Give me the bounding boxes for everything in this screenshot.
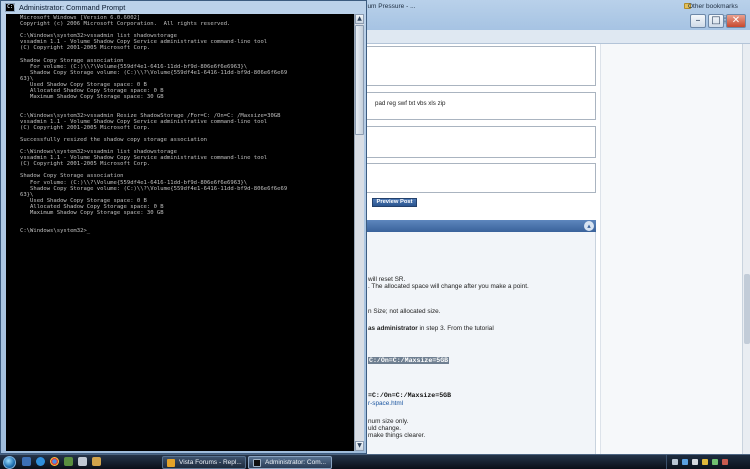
thread-review-header xyxy=(360,220,596,232)
tray-app-icon[interactable] xyxy=(702,459,708,465)
tray-arrow-icon[interactable] xyxy=(672,459,678,465)
minimize-button[interactable]: – xyxy=(690,14,706,28)
tray-app-icon[interactable] xyxy=(712,459,718,465)
taskbar-button-cmd[interactable]: Administrator: Com... xyxy=(248,456,332,469)
page-scrollbar[interactable] xyxy=(742,44,750,454)
preview-post-button[interactable]: Preview Post xyxy=(372,198,417,207)
reply-options-box xyxy=(366,46,596,86)
post-line: . The allocated space will change after … xyxy=(368,283,529,290)
browser-window-controls: – □ ✕ xyxy=(690,14,746,28)
start-orb-icon[interactable] xyxy=(3,456,16,469)
console-scroll-thumb[interactable] xyxy=(355,25,364,135)
scroll-down-arrow-icon[interactable]: ▼ xyxy=(355,441,364,451)
taskbar-button-browser[interactable]: Vista Forums - Repl... xyxy=(162,456,246,469)
network-icon[interactable] xyxy=(682,459,688,465)
volume-icon[interactable] xyxy=(692,459,698,465)
system-tray xyxy=(666,455,750,469)
close-button[interactable]: ✕ xyxy=(726,14,746,28)
post-line: num size only. xyxy=(368,418,409,425)
command-prompt-window[interactable]: C:\ Administrator: Command Prompt Micros… xyxy=(0,0,367,454)
attachment-box: pad reg swf txt vbs xls zip xyxy=(366,92,596,120)
command-prompt-task-icon xyxy=(253,458,261,467)
taskbar xyxy=(0,454,750,469)
forum-sidebar xyxy=(600,44,742,454)
bookmark-tab-item[interactable]: ium Pressure - ... xyxy=(366,3,415,10)
maximize-button[interactable]: □ xyxy=(708,14,724,28)
quick-launch-icon[interactable] xyxy=(64,457,73,466)
command-prompt-icon: C:\ xyxy=(5,3,17,12)
quick-launch-icon[interactable] xyxy=(78,457,87,466)
console-output-area[interactable]: Microsoft Windows [Version 6.0.6002] Cop… xyxy=(6,14,354,451)
taskbar-button-label: Vista Forums - Repl... xyxy=(179,459,242,466)
console-text: Microsoft Windows [Version 6.0.6002] Cop… xyxy=(20,15,288,235)
allowed-extensions-text: pad reg swf txt vbs xls zip xyxy=(375,100,446,107)
post-line: make things clearer. xyxy=(368,432,426,439)
other-bookmarks-button[interactable]: Other bookmarks xyxy=(688,3,738,10)
chrome-icon[interactable] xyxy=(50,457,59,466)
scroll-up-arrow-icon[interactable]: ▲ xyxy=(355,14,364,24)
console-scrollbar[interactable]: ▲ ▼ xyxy=(354,14,364,451)
quick-launch-icon[interactable] xyxy=(92,457,101,466)
collapse-icon[interactable]: ▴ xyxy=(584,221,594,231)
subscription-box xyxy=(366,163,596,193)
post-line: will reset SR. xyxy=(368,276,406,283)
post-code: C:/On=C:/Maxsize=5GB xyxy=(368,357,450,364)
post-bold-text: as administrator xyxy=(368,325,418,332)
options-box xyxy=(366,126,596,158)
show-desktop-icon[interactable] xyxy=(22,457,31,466)
tray-app-icon[interactable] xyxy=(722,459,728,465)
command-prompt-titlebar[interactable]: C:\ Administrator: Command Prompt xyxy=(1,1,366,14)
internet-explorer-icon[interactable] xyxy=(36,457,45,466)
post-line: as administrator in step 3. From the tut… xyxy=(368,325,494,332)
post-link[interactable]: r-space.html xyxy=(368,400,403,407)
window-title: Administrator: Command Prompt xyxy=(19,3,126,12)
post-line: n Size; not allocated size. xyxy=(368,308,441,315)
page-scroll-thumb[interactable] xyxy=(744,274,750,344)
taskbar-button-label: Administrator: Com... xyxy=(265,459,327,466)
post-text: in step 3. From the tutorial xyxy=(417,325,494,332)
post-line: uld change. xyxy=(368,425,402,432)
post-code: =C:/On=C:/Maxsize=5GB xyxy=(368,392,452,399)
browser-task-icon xyxy=(167,458,175,467)
